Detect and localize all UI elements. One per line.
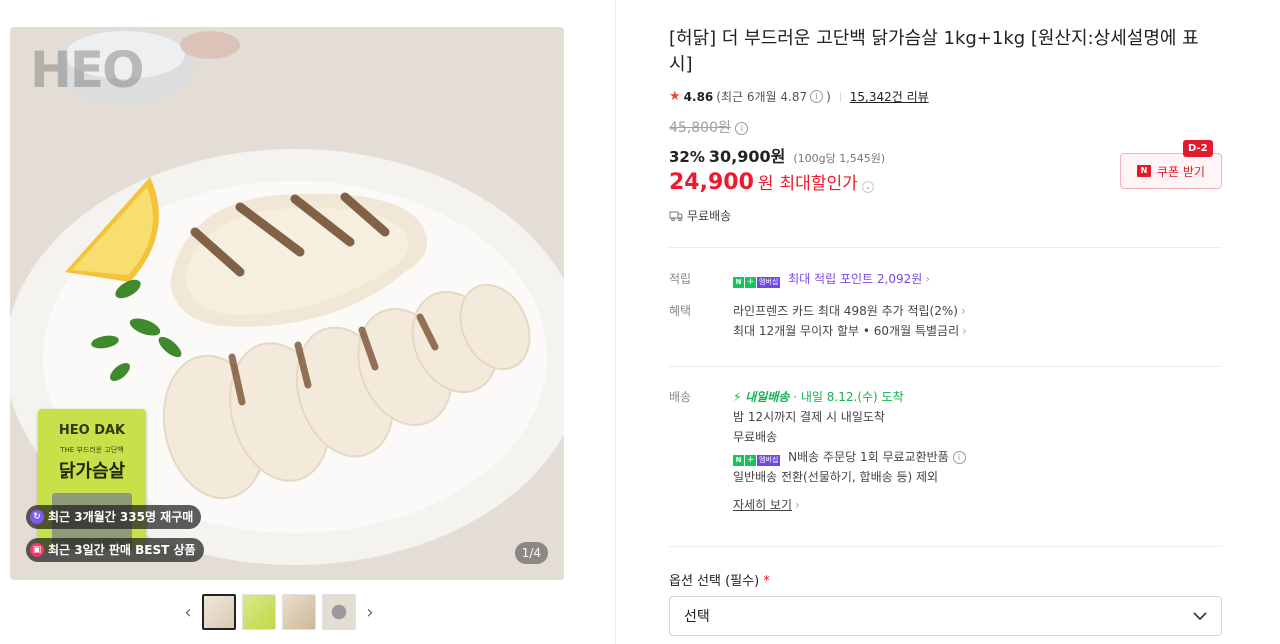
thumbnail-4[interactable]	[322, 594, 356, 630]
nshipping-line: N + 멤버십 N배송 주문당 1회 무료교환반품 i	[733, 447, 1222, 467]
divider	[669, 366, 1222, 367]
option-select[interactable]: 선택	[669, 596, 1222, 636]
product-title: [허닭] 더 부드러운 고단백 닭가슴살 1kg+1kg [원산지:상세설명에 …	[669, 28, 1199, 75]
price-info-icon[interactable]: i	[735, 122, 749, 135]
thumbnail-2[interactable]	[242, 594, 276, 630]
original-price: 45,800원	[669, 120, 731, 136]
recent-rating-close: )	[826, 89, 831, 104]
option-title: 옵션 선택 (필수) *	[669, 570, 770, 589]
benefits-section: 혜택 라인프렌즈 카드 최대 498원 추가 적립(2%) › 최대 12개월 무…	[669, 301, 1222, 343]
package-name: 닭가슴살	[58, 461, 126, 482]
benefit-text-1: 라인프렌즈 카드 최대 498원 추가 적립(2%)	[733, 304, 958, 318]
package-subtitle: THE 부드러운 고단백	[60, 446, 124, 454]
option-select-value: 선택	[684, 609, 710, 625]
points-body: N + 멤버십 최대 적립 포인트 2,092원 ›	[733, 269, 1222, 289]
product-info: [허닭] 더 부드러운 고단백 닭가슴살 1kg+1kg [원산지:상세설명에 …	[669, 26, 1222, 224]
max-discount-won: 원	[757, 174, 774, 194]
repurchase-badge: ↻ 최근 3개월간 335명 재구매	[26, 505, 202, 529]
thumbnail-strip: ‹ ›	[180, 594, 378, 630]
thumbnail-1[interactable]	[202, 594, 236, 630]
chevron-right-icon: ›	[960, 304, 966, 318]
delivery-more-line[interactable]: 자세히 보기 ›	[733, 495, 1222, 515]
points-section: 적립 N + 멤버십 최대 적립 포인트 2,092원 ›	[669, 269, 1222, 289]
recent-rating: (최근 6개월 4.87	[716, 90, 808, 104]
original-price-row: 45,800원 i	[669, 117, 1222, 137]
coupon-label: 쿠폰 받기	[1157, 164, 1205, 179]
benefit-text-2: 최대 12개월 무이자 할부 • 60개월 특별금리	[733, 324, 960, 338]
rating-value: 4.86	[683, 89, 714, 104]
chevron-down-icon	[1193, 612, 1207, 620]
image-pager: 1/4	[514, 542, 548, 564]
benefits-label: 혜택	[669, 304, 692, 318]
chevron-right-icon: ›	[795, 498, 800, 512]
chevron-right-icon: ›	[962, 324, 967, 338]
chevron-right-icon: ›	[925, 272, 931, 286]
package-brand: HEO DAK	[58, 423, 126, 438]
rating-row: ★ 4.86 (최근 6개월 4.87 i) 15,342건 리뷰	[669, 88, 1222, 105]
max-discount-price: 24,900	[669, 170, 754, 195]
delivery-section: 배송 ⚡ 내일배송 · 내일 8.12.(수) 도착 밤 12시까지 결제 시 …	[669, 387, 1222, 527]
option-title-text: 옵션 선택 (필수)	[669, 574, 760, 589]
truck-icon	[669, 211, 683, 221]
best-seller-badge-text: 최근 3일간 판매 BEST 상품	[48, 543, 196, 557]
delivery-more-link[interactable]: 자세히 보기	[733, 498, 792, 512]
info-icon[interactable]: i	[810, 90, 824, 103]
required-mark: *	[763, 574, 770, 589]
benefits-body: 라인프렌즈 카드 최대 498원 추가 적립(2%) › 최대 12개월 무이자 …	[733, 301, 1222, 341]
shipping-row: 무료배송	[669, 207, 1222, 224]
naver-membership-icon: N + 멤버십	[733, 277, 781, 288]
thumb-prev-icon[interactable]: ‹	[180, 602, 196, 623]
divider	[669, 247, 1222, 248]
separator	[839, 91, 841, 102]
naver-membership-icon: N + 멤버십	[733, 455, 781, 466]
thumbnail-3[interactable]	[282, 594, 316, 630]
star-icon: ★	[669, 89, 681, 104]
unit-price: (100g당 1,545원)	[793, 152, 886, 165]
gift-icon: ▣	[30, 543, 44, 557]
best-seller-badge: ▣ 최근 3일간 판매 BEST 상품	[26, 538, 204, 562]
shipping-text: 무료배송	[687, 209, 732, 223]
repurchase-badge-text: 최근 3개월간 335명 재구매	[48, 510, 194, 524]
benefit-line-2[interactable]: 최대 12개월 무이자 할부 • 60개월 특별금리 ›	[733, 321, 1222, 341]
tomorrow-delivery-icon: ⚡	[733, 390, 742, 404]
delivery-free: 무료배송	[733, 430, 778, 444]
review-count-link[interactable]: 15,342건 리뷰	[850, 88, 929, 105]
repurchase-icon: ↻	[30, 510, 44, 524]
points-text: 최대 적립 포인트 2,092원	[788, 272, 923, 286]
nshipping-text: N배송 주문당 1회 무료교환반품	[788, 450, 949, 464]
max-discount-label: 최대할인가	[779, 174, 858, 194]
discount-percent: 32%	[669, 148, 705, 166]
panel-divider	[615, 0, 616, 644]
sale-price: 30,900원	[708, 147, 786, 166]
thumb-next-icon[interactable]: ›	[362, 602, 378, 623]
delivery-date: · 내일 8.12.(수) 도착	[793, 390, 904, 404]
coupon-dday-badge: D-2	[1183, 140, 1213, 157]
chevron-down-icon[interactable]: ⌄	[861, 181, 874, 193]
tomorrow-delivery-line: ⚡ 내일배송 · 내일 8.12.(수) 도착	[733, 387, 1222, 407]
delivery-exclude: 일반배송 전환(선물하기, 합배송 등) 제외	[733, 470, 939, 484]
brand-watermark: HEO	[30, 41, 145, 99]
delivery-body: ⚡ 내일배송 · 내일 8.12.(수) 도착 밤 12시까지 결제 시 내일도…	[733, 387, 1222, 515]
benefit-line-1[interactable]: 라인프렌즈 카드 최대 498원 추가 적립(2%) ›	[733, 301, 1222, 321]
points-label: 적립	[669, 272, 692, 286]
coupon-button[interactable]: N 쿠폰 받기	[1120, 153, 1222, 189]
tomorrow-delivery-label: 내일배송	[745, 390, 790, 404]
delivery-cutoff: 밤 12시까지 결제 시 내일도착	[733, 410, 885, 424]
naver-n-icon: N	[1137, 165, 1151, 177]
info-icon[interactable]: i	[952, 451, 966, 464]
points-line[interactable]: N + 멤버십 최대 적립 포인트 2,092원 ›	[733, 269, 1222, 289]
product-main-image[interactable]: HEO HEO DAK THE 부드러운 고단백 닭가슴살 ↻ 최근 3개월간 …	[10, 27, 564, 580]
delivery-label: 배송	[669, 390, 692, 404]
divider	[669, 546, 1222, 547]
